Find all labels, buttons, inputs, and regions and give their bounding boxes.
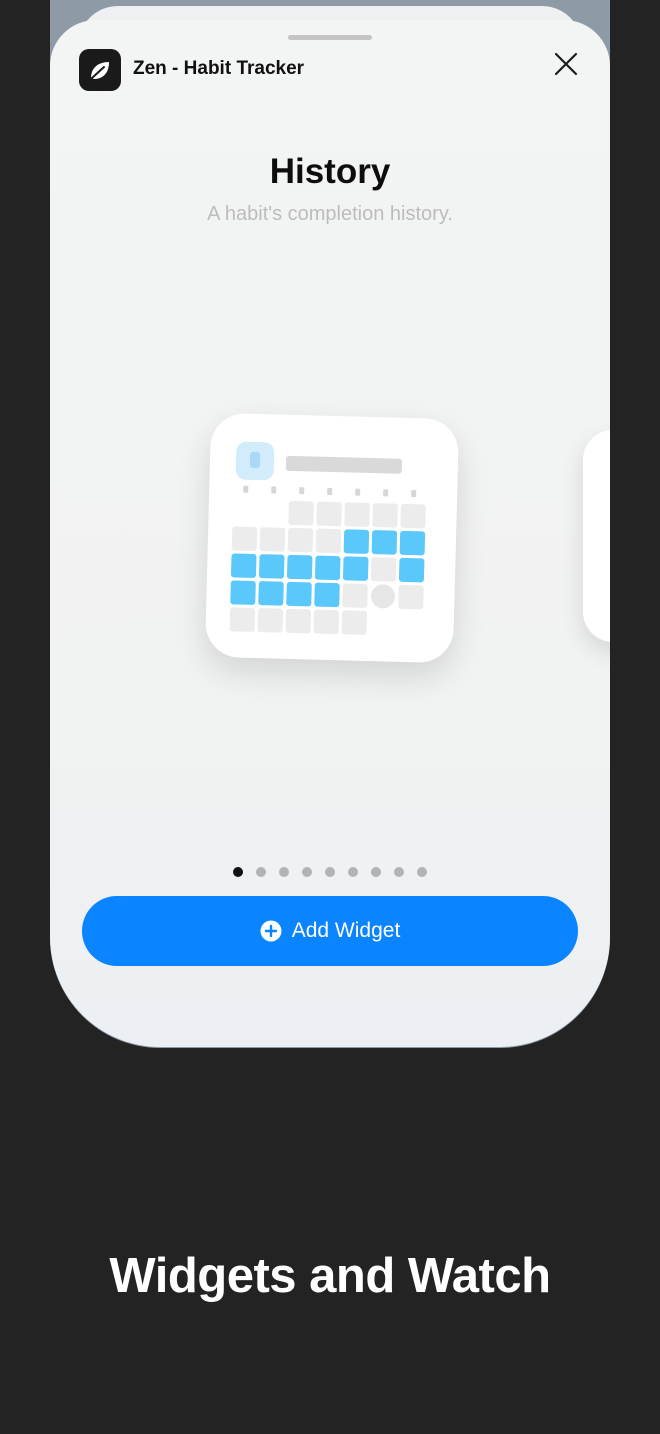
page-indicator[interactable]: [50, 867, 610, 877]
widget-title: History: [269, 152, 391, 191]
missed-day-cell: [316, 501, 342, 527]
page-dot[interactable]: [233, 867, 243, 877]
completed-day-cell: [314, 582, 340, 608]
page-dot[interactable]: [371, 867, 381, 877]
page-dot[interactable]: [417, 867, 427, 877]
completed-day-cell: [314, 555, 341, 581]
missed-day-cell: [285, 608, 312, 634]
completed-day-cell: [399, 530, 426, 556]
page-dot[interactable]: [348, 867, 358, 877]
completed-day-cell: [371, 530, 398, 555]
weekday-marker: [299, 487, 305, 495]
app-name: Zen - Habit Tracker: [133, 58, 305, 79]
today-cell: [370, 584, 395, 609]
page-dot[interactable]: [279, 867, 289, 877]
page-dot[interactable]: [325, 867, 335, 877]
weekday-marker: [383, 489, 389, 497]
missed-day-cell: [259, 527, 286, 552]
completed-day-cell: [286, 581, 312, 607]
weekday-marker: [243, 485, 249, 493]
completed-day-cell: [259, 554, 285, 579]
missed-day-cell: [398, 584, 424, 610]
completed-day-cell: [343, 529, 370, 554]
missed-day-cell: [313, 609, 340, 635]
completed-day-cell: [258, 581, 284, 606]
history-widget-graphic: [229, 441, 426, 635]
add-widget-label: Add Widget: [291, 919, 401, 942]
completed-day-cell: [398, 557, 425, 583]
missed-day-cell: [231, 526, 258, 551]
weekday-marker: [327, 487, 333, 495]
missed-day-cell: [288, 500, 314, 526]
weekday-marker: [411, 490, 417, 498]
missed-day-cell: [229, 607, 256, 632]
missed-day-cell: [400, 503, 426, 529]
weekday-markers: [243, 485, 417, 498]
widget-title-placeholder: [285, 455, 403, 474]
completed-day-cell: [342, 556, 369, 581]
add-widget-button[interactable]: Add Widget: [82, 896, 578, 966]
page-dot[interactable]: [394, 867, 404, 877]
completed-day-cell: [230, 580, 256, 605]
completed-day-cell: [286, 554, 313, 580]
close-icon[interactable]: [548, 46, 584, 82]
promo-caption: Widgets and Watch: [109, 1249, 551, 1303]
completed-day-cell: [231, 553, 257, 578]
weekday-marker: [355, 488, 361, 496]
missed-day-cell: [341, 610, 368, 635]
missed-day-cell: [342, 583, 368, 608]
leaf-icon: [79, 49, 121, 91]
sheet-grabber[interactable]: [288, 35, 372, 40]
missed-day-cell: [287, 527, 314, 553]
history-grid: [229, 500, 426, 635]
missed-day-cell: [257, 608, 284, 633]
weekday-marker: [271, 486, 277, 494]
widget-gallery-sheet: Zen - Habit Tracker History A habit's co…: [50, 20, 610, 1047]
page-dot[interactable]: [256, 867, 266, 877]
missed-day-cell: [370, 557, 397, 582]
missed-day-cell: [372, 503, 398, 528]
page-dot[interactable]: [302, 867, 312, 877]
next-widget-preview[interactable]: [583, 430, 610, 642]
missed-day-cell: [344, 502, 370, 527]
missed-day-cell: [315, 528, 342, 554]
widget-description: A habit's completion history.: [207, 203, 453, 225]
plus-circle-icon: [260, 920, 282, 942]
history-widget-preview[interactable]: [204, 412, 460, 664]
